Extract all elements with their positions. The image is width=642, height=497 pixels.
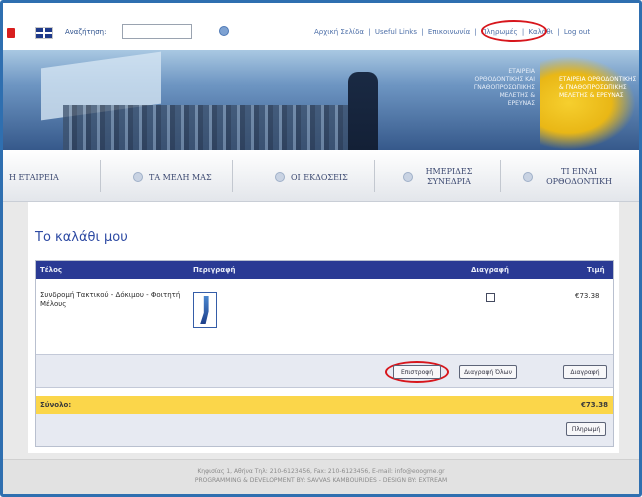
bullet-icon — [403, 172, 413, 182]
link-separator: | — [557, 28, 560, 36]
column-header-remove: Διαγραφή — [471, 266, 510, 274]
society-logo-icon — [540, 56, 636, 150]
banner-caption: ΕΤΑΙΡΕΙΑ ΟΡΘΟΔΟΝΤΙΚΗΣ ΚΑΙ ΓΝΑΘΟΠΡΟΣΩΠΙΚΗ… — [473, 68, 535, 107]
search-go-icon[interactable] — [219, 26, 229, 36]
bullet-icon — [523, 172, 533, 182]
english-flag-icon[interactable] — [35, 27, 53, 39]
nav-divider — [374, 160, 375, 192]
nav-divider — [232, 160, 233, 192]
remove-all-button[interactable]: Διαγραφή Όλων — [459, 365, 517, 379]
speaker-figure — [348, 72, 378, 150]
cart-checkout-bar: Πληρωμή — [36, 414, 613, 446]
column-header-price: Τιμή — [587, 266, 605, 274]
total-label: Σύνολο: — [40, 401, 72, 409]
page-footer: Κηφισίας 1, Αθήνα Τηλ: 210-6123456, Fax:… — [3, 459, 639, 494]
nav-item-company[interactable]: Η ΕΤΑΙΡΕΙΑ — [9, 164, 59, 190]
link-logout[interactable]: Log out — [564, 28, 590, 36]
link-home[interactable]: Αρχική Σελίδα — [314, 28, 364, 36]
search-input[interactable] — [122, 24, 192, 39]
link-useful-links[interactable]: Useful Links — [375, 28, 417, 36]
remove-button[interactable]: Διαγραφή — [563, 365, 607, 379]
nav-item-conferences[interactable]: ΗΜΕΡΙΔΕΣ ΣΥΝΕΔΡΙΑ — [403, 164, 523, 190]
bullet-icon — [133, 172, 143, 182]
nav-divider — [500, 160, 501, 192]
page-title: Το καλάθι μου — [35, 230, 128, 245]
audience-image — [63, 105, 363, 150]
cart-total-row: Σύνολο: €73.38 — [36, 396, 613, 414]
table-row: Συνδρομή Τακτικού - Δόκιμου - Φοιτητή Μέ… — [36, 279, 613, 354]
main-navigation: Η ΕΤΑΙΡΕΙΑ ΤΑ ΜΕΛΗ ΜΑΣ ΟΙ ΕΚΔΟΣΕΙΣ ΗΜΕΡΙ… — [3, 150, 639, 202]
nav-item-label: ΤΙ ΕΙΝΑΙ ΟΡΘΟΔΟΝΤΙΚΗ — [546, 167, 612, 186]
footer-credits: PROGRAMMING & DEVELOPMENT BY: SAVVAS KAM… — [194, 477, 448, 484]
nav-divider — [100, 160, 101, 192]
column-header-item: Τέλος — [40, 266, 63, 274]
top-links: Αρχική Σελίδα | Useful Links | Επικοινων… — [314, 28, 639, 36]
nav-item-what-is-orthodontics[interactable]: ΤΙ ΕΙΝΑΙ ΟΡΘΟΔΟΝΤΙΚΗ — [523, 164, 639, 190]
item-price: €73.38 — [575, 292, 600, 300]
search-label: Αναζήτηση: — [65, 28, 107, 36]
orthodontic-figure-icon — [200, 296, 209, 324]
item-description: Συνδρομή Τακτικού - Δόκιμου - Φοιτητή Μέ… — [40, 291, 181, 308]
link-separator: | — [421, 28, 424, 36]
link-separator: | — [368, 28, 371, 36]
nav-item-label: ΟΙ ΕΚΔΟΣΕΙΣ — [291, 172, 348, 182]
main-content: Το καλάθι μου Τέλος Περιγραφή Διαγραφή Τ… — [28, 202, 619, 453]
highlight-oval-payments — [481, 20, 547, 42]
pay-button[interactable]: Πληρωμή — [566, 422, 606, 436]
cart-actions-bar: Επιστροφή Διαγραφή Όλων Διαγραφή — [36, 354, 613, 388]
nav-item-label: ΤΑ ΜΕΛΗ ΜΑΣ — [149, 172, 212, 182]
cart-table: Τέλος Περιγραφή Διαγραφή Τιμή Συνδρομή Τ… — [35, 260, 614, 447]
greek-flag-icon[interactable] — [7, 28, 15, 38]
nav-item-members[interactable]: ΤΑ ΜΕΛΗ ΜΑΣ — [133, 164, 212, 190]
nav-item-publications[interactable]: ΟΙ ΕΚΔΟΣΕΙΣ — [275, 164, 348, 190]
nav-item-label: Η ΕΤΑΙΡΕΙΑ — [9, 172, 59, 182]
page-frame: Αναζήτηση: Αρχική Σελίδα | Useful Links … — [0, 0, 642, 497]
bullet-icon — [275, 172, 285, 182]
society-logo-text: ΕΤΑΙΡΕΙΑ ΟΡΘΟΔΟΝΤΙΚΗΣ & ΓΝΑΘΟΠΡΟΣΩΠΙΚΗΣ … — [559, 76, 637, 99]
remove-item-checkbox[interactable] — [486, 293, 495, 302]
column-header-description: Περιγραφή — [193, 266, 236, 274]
product-thumbnail — [193, 292, 217, 328]
footer-contact: Κηφισίας 1, Αθήνα Τηλ: 210-6123456, Fax:… — [197, 468, 445, 475]
link-contact[interactable]: Επικοινωνία — [428, 28, 470, 36]
update-button[interactable]: Επιστροφή — [393, 365, 441, 379]
cart-header-row: Τέλος Περιγραφή Διαγραφή Τιμή — [36, 261, 613, 279]
link-separator: | — [474, 28, 477, 36]
total-value: €73.38 — [581, 401, 609, 409]
nav-item-label: ΗΜΕΡΙΔΕΣ ΣΥΝΕΔΡΙΑ — [425, 167, 473, 186]
header-banner: ΕΤΑΙΡΕΙΑ ΟΡΘΟΔΟΝΤΙΚΗΣ ΚΑΙ ΓΝΑΘΟΠΡΟΣΩΠΙΚΗ… — [3, 50, 639, 150]
